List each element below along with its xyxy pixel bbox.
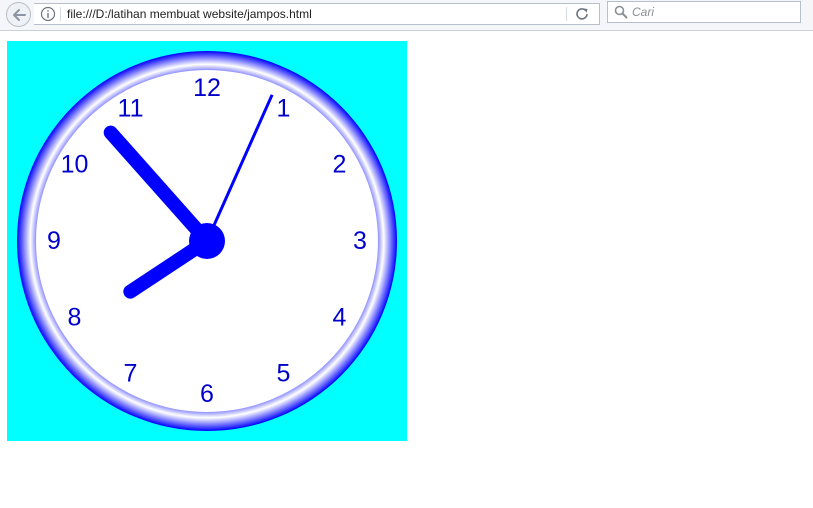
search-input[interactable] — [632, 3, 792, 21]
clock-numeral-7: 7 — [124, 360, 138, 388]
browser-toolbar: file:///D:/latihan membuat website/jampo… — [0, 0, 813, 31]
clock-numeral-5: 5 — [277, 360, 291, 388]
clock-numeral-3: 3 — [353, 227, 367, 255]
url-text[interactable]: file:///D:/latihan membuat website/jampo… — [67, 6, 312, 22]
clock-numeral-6: 6 — [200, 380, 214, 408]
search-bar[interactable] — [607, 1, 801, 23]
center-hub — [189, 223, 225, 259]
clock-numeral-8: 8 — [68, 304, 82, 332]
clock-numeral-11: 11 — [118, 95, 144, 123]
clock-numeral-4: 4 — [333, 304, 347, 332]
clock-numeral-9: 9 — [47, 227, 61, 255]
clock-numeral-10: 10 — [61, 151, 89, 179]
clock-canvas: 121234567891011 — [7, 41, 407, 441]
search-icon — [614, 5, 628, 19]
info-icon[interactable] — [40, 6, 56, 22]
clock-numeral-1: 1 — [277, 95, 291, 123]
reload-icon[interactable] — [574, 6, 592, 22]
clock-numeral-12: 12 — [193, 74, 221, 102]
back-arrow-icon — [13, 9, 26, 21]
back-button[interactable] — [6, 2, 31, 27]
clock-numeral-2: 2 — [333, 151, 347, 179]
reload-separator — [566, 7, 567, 21]
address-bar[interactable]: file:///D:/latihan membuat website/jampo… — [34, 3, 600, 25]
url-separator — [60, 7, 61, 21]
